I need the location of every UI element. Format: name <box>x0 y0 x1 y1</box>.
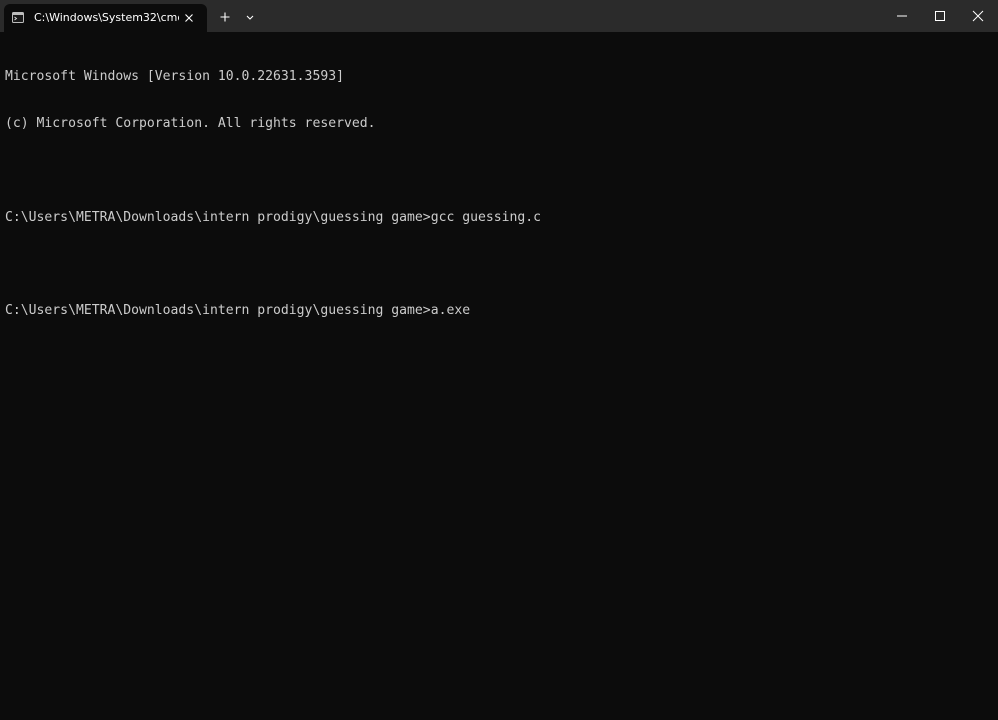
terminal-icon <box>12 12 24 23</box>
maximize-button[interactable] <box>920 0 960 32</box>
tab-title: C:\Windows\System32\cmd.e <box>34 11 179 24</box>
close-button[interactable] <box>958 0 998 32</box>
tab-close-icon[interactable] <box>183 12 195 24</box>
minimize-button[interactable] <box>882 0 922 32</box>
close-icon <box>972 10 984 22</box>
minimize-icon <box>897 15 907 17</box>
chevron-down-icon <box>246 15 254 20</box>
maximize-icon <box>935 11 945 21</box>
console-line: C:\Users\METRA\Downloads\intern prodigy\… <box>5 303 471 319</box>
tab-cmd[interactable]: C:\Windows\System32\cmd.e <box>4 4 207 32</box>
title-bar: C:\Windows\System32\cmd.e <box>0 0 998 32</box>
tab-dropdown-button[interactable] <box>240 6 260 28</box>
console-line: (c) Microsoft Corporation. All rights re… <box>5 115 376 131</box>
plus-icon <box>220 12 230 22</box>
terminal-window: C:\Windows\System32\cmd.e Microsoft Wind… <box>0 0 998 720</box>
console-line: Microsoft Windows [Version 10.0.22631.35… <box>5 69 344 85</box>
console-line: C:\Users\METRA\Downloads\intern prodigy\… <box>5 209 542 225</box>
console-output[interactable]: Microsoft Windows [Version 10.0.22631.35… <box>5 38 993 350</box>
new-tab-button[interactable] <box>214 6 236 28</box>
